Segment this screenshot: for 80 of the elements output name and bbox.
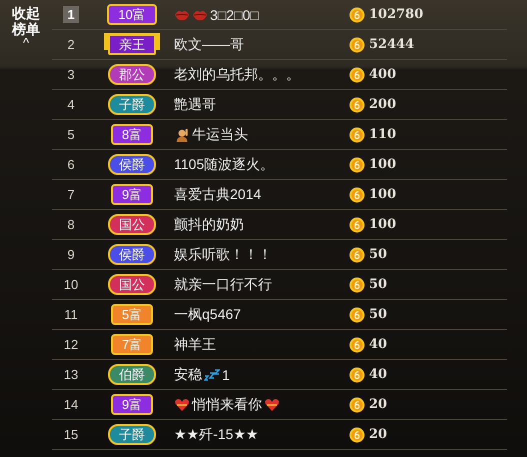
coin-amount: 100 — [369, 217, 396, 232]
coin-icon — [349, 186, 365, 202]
user-name: 牛运当头 — [192, 126, 248, 144]
rank-number: 7 — [66, 186, 76, 203]
coin-icon — [349, 396, 365, 412]
heart-icon — [174, 398, 190, 412]
coin-icon — [349, 6, 365, 22]
coin-icon — [349, 96, 365, 112]
user-name: 悄悄来看你 — [192, 396, 262, 414]
rank-number: 1 — [63, 6, 79, 23]
coin-icon — [349, 66, 365, 82]
user-name: 3□2□0□ — [210, 6, 259, 22]
user-name: 老刘的乌托邦。。。 — [174, 66, 300, 84]
coin-amount: 50 — [369, 277, 388, 292]
user-name: 喜爱古典2014 — [174, 186, 262, 204]
coin-amount: 100 — [369, 187, 396, 202]
heart-icon — [264, 398, 280, 412]
rank-badge: 子爵 — [108, 94, 156, 115]
rank-badge: 伯爵 — [108, 364, 156, 385]
coin-amount: 40 — [369, 367, 388, 382]
coin-icon — [349, 276, 365, 292]
level-badge: 10富 — [107, 4, 157, 25]
rank-badge: 郡公 — [108, 64, 156, 85]
sleep-icon — [204, 368, 220, 382]
coin-amount: 102780 — [369, 7, 424, 22]
coin-amount: 400 — [369, 67, 396, 82]
coin-amount: 20 — [369, 397, 388, 412]
level-badge: 7富 — [110, 334, 154, 355]
rank-badge: 国公 — [108, 214, 156, 235]
user-name: 艶遇哥 — [174, 96, 216, 114]
user-name: 就亲一口行不行 — [174, 276, 272, 294]
user-name: ★★歼-15★★ — [174, 426, 258, 444]
coin-amount: 100 — [369, 157, 396, 172]
rank-number: 8 — [66, 216, 76, 233]
user-name: 颤抖的奶奶 — [174, 216, 244, 234]
coin-amount: 50 — [369, 247, 388, 262]
rank-number: 6 — [66, 156, 76, 173]
level-badge: 9富 — [110, 184, 154, 205]
user-name: 神羊王 — [174, 336, 216, 354]
person-raising-hand-icon — [174, 128, 190, 142]
coin-amount: 200 — [369, 97, 396, 112]
user-name: 娱乐听歌！！！ — [174, 246, 272, 264]
user-name: 一枫q5467 — [174, 306, 241, 324]
rank-number: 2 — [66, 36, 76, 53]
rank-number: 14 — [62, 396, 80, 413]
rank-number: 9 — [66, 246, 76, 263]
coin-icon — [349, 246, 365, 262]
coin-icon — [349, 126, 365, 142]
rank-badge: 国公 — [108, 274, 156, 295]
coin-icon — [349, 36, 365, 52]
rank-badge: 侯爵 — [108, 244, 156, 265]
level-badge: 8富 — [110, 124, 154, 145]
rank-number: 5 — [66, 126, 76, 143]
coin-icon — [349, 216, 365, 232]
user-name: 1105随波逐火。 — [174, 156, 274, 174]
rank-number: 11 — [63, 306, 79, 323]
coin-icon — [349, 336, 365, 352]
coin-amount: 20 — [369, 427, 388, 442]
coin-icon — [349, 366, 365, 382]
collapse-ranking-button[interactable]: 收起榜单 ^ — [6, 5, 46, 65]
user-name: 1 — [222, 366, 230, 382]
coin-icon — [349, 306, 365, 322]
level-badge: 9富 — [110, 394, 154, 415]
rank-number: 13 — [62, 366, 80, 383]
user-name: 安稳 — [174, 366, 202, 384]
coin-icon — [349, 426, 365, 442]
coin-amount: 40 — [369, 337, 388, 352]
rank-number: 4 — [66, 96, 76, 113]
coin-amount: 52444 — [369, 37, 414, 52]
rank-badge: 子爵 — [108, 424, 156, 445]
user-name: 欧文——哥 — [174, 36, 244, 54]
rank-number: 10 — [62, 276, 80, 293]
level-badge: 5富 — [110, 304, 154, 325]
rank-number: 12 — [62, 336, 80, 353]
rank-number: 15 — [62, 426, 80, 443]
coin-amount: 110 — [369, 127, 396, 142]
rank-badge: 侯爵 — [108, 154, 156, 175]
coin-amount: 50 — [369, 307, 388, 322]
coin-icon — [349, 156, 365, 172]
rank-number: 3 — [66, 66, 76, 83]
